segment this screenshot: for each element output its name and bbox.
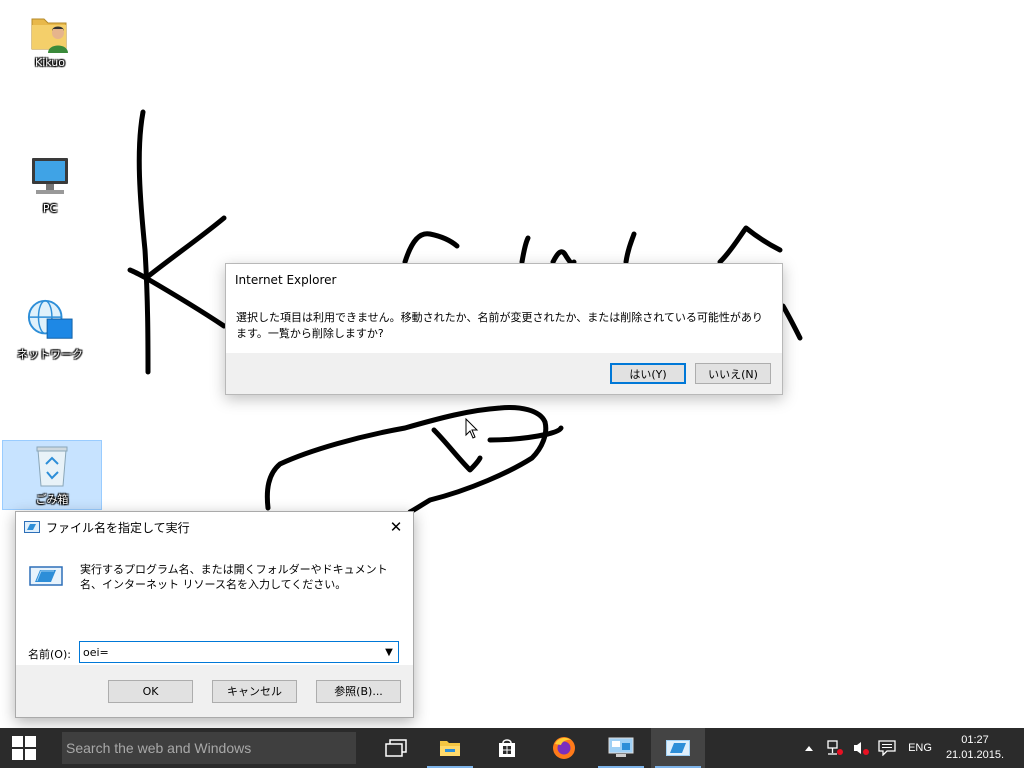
no-button[interactable]: いいえ(N) bbox=[695, 363, 771, 384]
chevron-down-icon[interactable]: ▼ bbox=[380, 647, 398, 658]
dialog-message: 選択した項目は利用できません。移動されたか、名前が変更されたか、または削除されて… bbox=[236, 311, 763, 340]
volume-muted-icon[interactable] bbox=[848, 740, 874, 756]
clock[interactable]: 01:27 21.01.2015. bbox=[940, 733, 1010, 763]
desktop-icon-label: PC bbox=[42, 202, 58, 215]
desktop-icon-recycle-bin[interactable]: ごみ箱 bbox=[2, 440, 102, 510]
taskbar-app-store[interactable] bbox=[480, 728, 534, 768]
name-combobox[interactable]: ▼ bbox=[79, 641, 399, 663]
run-body: 実行するプログラム名、または開くフォルダーやドキュメント名、インターネット リソ… bbox=[16, 542, 413, 667]
taskbar-app-firefox[interactable] bbox=[537, 728, 591, 768]
search-input[interactable]: Search the web and Windows bbox=[62, 732, 356, 764]
desktop-icon-label: ネットワーク bbox=[17, 348, 83, 361]
store-icon bbox=[499, 739, 515, 757]
ok-button[interactable]: OK bbox=[108, 679, 193, 703]
desktop-icon-label: Kikuo bbox=[34, 56, 65, 69]
taskbar-app-remote-desktop[interactable] bbox=[594, 728, 648, 768]
chevron-up-icon[interactable] bbox=[796, 744, 822, 752]
dialog-title: Internet Explorer bbox=[235, 273, 337, 287]
desktop-icon-network[interactable]: ネットワーク bbox=[0, 296, 100, 362]
close-icon[interactable]: ✕ bbox=[379, 512, 413, 541]
network-status-icon[interactable] bbox=[822, 740, 848, 756]
clock-time: 01:27 bbox=[961, 734, 989, 746]
computer-icon bbox=[26, 152, 74, 200]
mouse-cursor-icon bbox=[465, 418, 479, 439]
desktop-icon-pc[interactable]: PC bbox=[0, 152, 100, 215]
windows-logo-icon bbox=[12, 736, 36, 760]
run-icon bbox=[24, 521, 40, 533]
taskbar: Search the web and Windows ENG 01:27 21.… bbox=[0, 728, 1024, 768]
clock-date: 21.01.2015. bbox=[945, 749, 1005, 761]
desktop-icon-kikuo[interactable]: Kikuo bbox=[0, 6, 100, 69]
notifications-icon[interactable] bbox=[874, 740, 900, 756]
file-explorer-icon bbox=[440, 741, 460, 756]
taskbar-app-file-explorer[interactable] bbox=[423, 728, 477, 768]
taskbar-app-task-view[interactable] bbox=[369, 728, 423, 768]
name-input[interactable] bbox=[80, 643, 380, 661]
run-titlebar[interactable]: ファイル名を指定して実行 bbox=[16, 512, 413, 542]
input-language[interactable]: ENG bbox=[900, 742, 940, 754]
recycle-bin-icon bbox=[28, 441, 76, 489]
run-dialog-icon bbox=[666, 740, 690, 756]
taskbar-app-run[interactable] bbox=[651, 728, 705, 768]
run-description: 実行するプログラム名、または開くフォルダーやドキュメント名、インターネット リソ… bbox=[80, 563, 388, 591]
run-footer: OK キャンセル 参照(B)... bbox=[16, 665, 413, 717]
cancel-button[interactable]: キャンセル bbox=[212, 679, 297, 703]
run-title: ファイル名を指定して実行 bbox=[46, 520, 190, 535]
run-dialog: ファイル名を指定して実行 ✕ 実行するプログラム名、または開くフォルダーやドキュ… bbox=[15, 511, 414, 718]
ie-message-dialog: Internet Explorer 選択した項目は利用できません。移動されたか、… bbox=[225, 263, 783, 395]
yes-button[interactable]: はい(Y) bbox=[610, 363, 686, 384]
browse-button[interactable]: 参照(B)... bbox=[316, 679, 401, 703]
dialog-footer: はい(Y) いいえ(N) bbox=[226, 353, 782, 394]
network-icon bbox=[26, 296, 74, 344]
task-view-icon bbox=[385, 739, 407, 757]
start-button[interactable] bbox=[0, 728, 48, 768]
user-folder-icon bbox=[26, 6, 74, 54]
firefox-icon bbox=[553, 737, 575, 759]
desktop-icon-label: ごみ箱 bbox=[35, 493, 69, 506]
name-label: 名前(O): bbox=[28, 648, 71, 661]
remote-desktop-icon bbox=[608, 737, 634, 757]
system-tray: ENG 01:27 21.01.2015. bbox=[796, 728, 1024, 768]
run-program-icon bbox=[29, 566, 63, 586]
